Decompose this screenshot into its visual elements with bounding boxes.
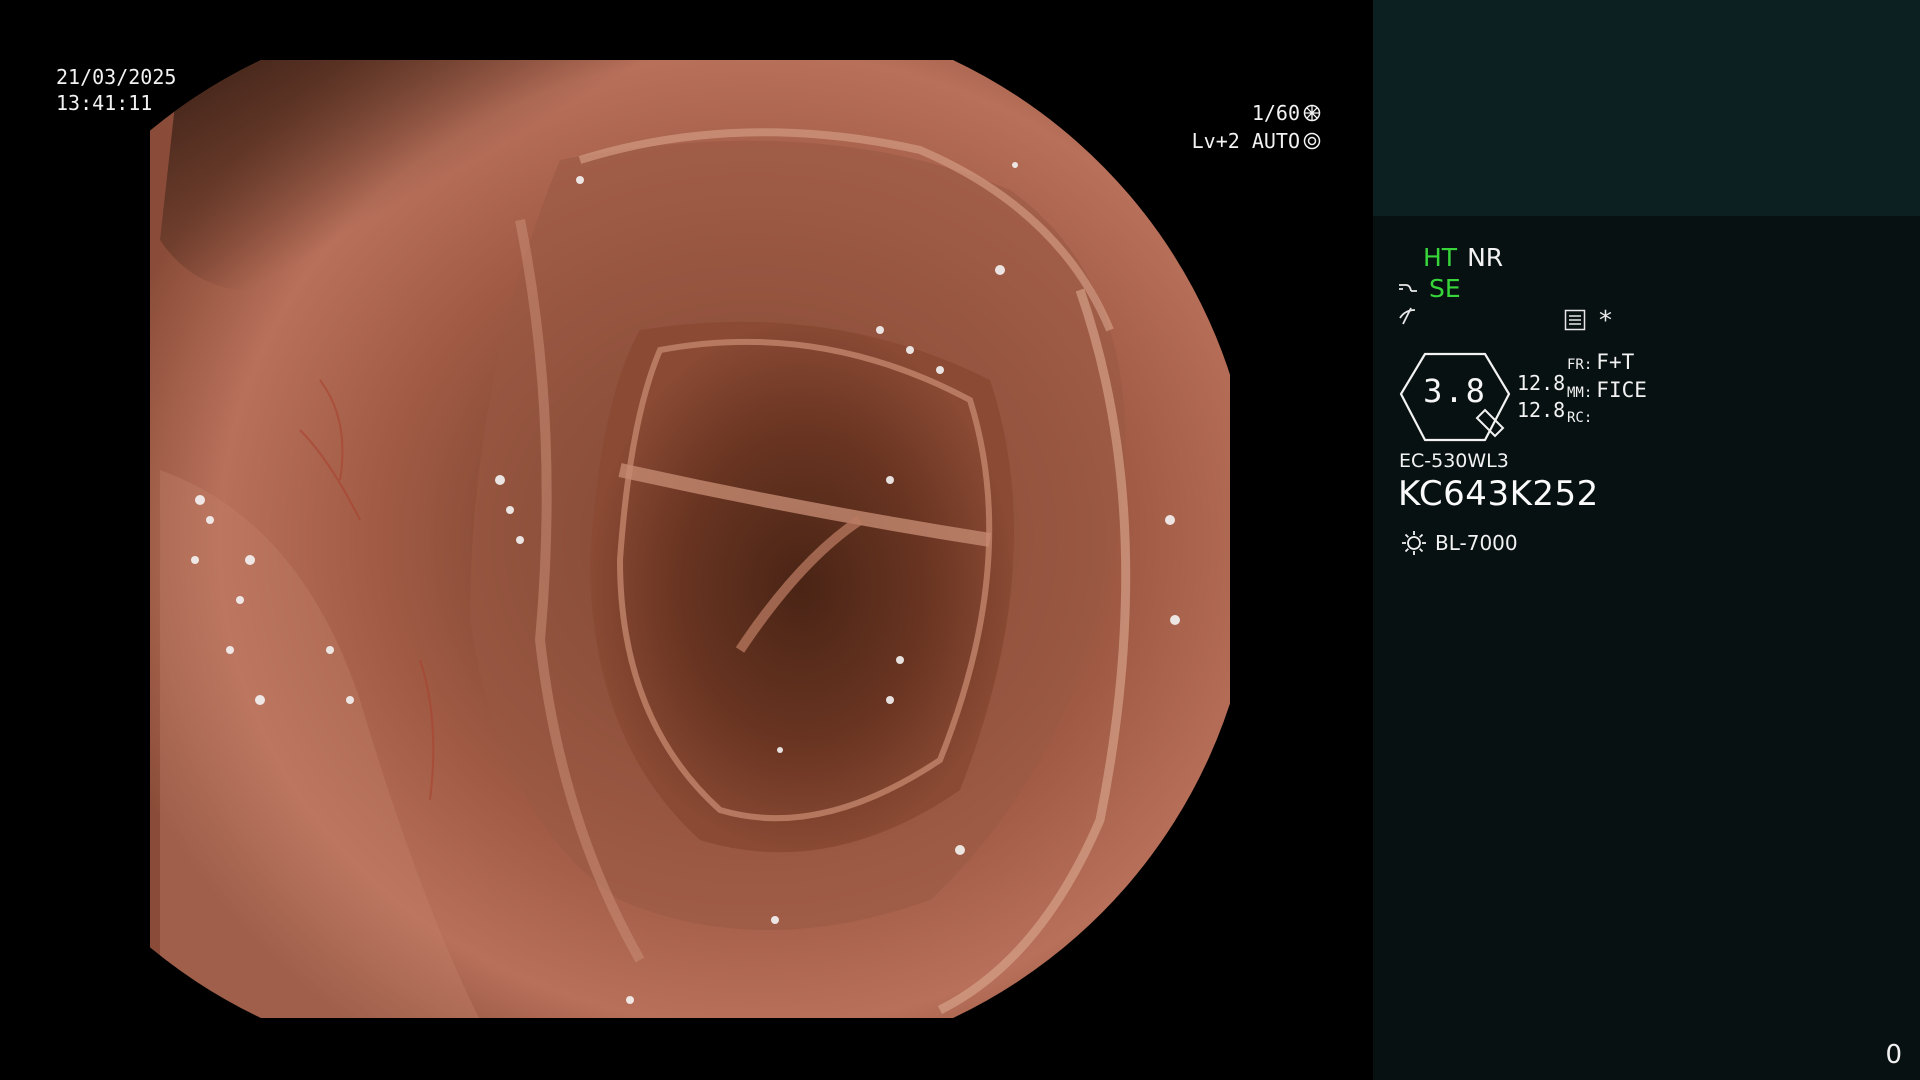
zoom-indicator: 3.8 <box>1399 352 1511 444</box>
thumbnail-area <box>1373 0 1920 216</box>
mm-label: MM: <box>1567 385 1593 401</box>
param-2: 12.8 <box>1517 398 1566 422</box>
mode-ht: HT <box>1423 243 1458 272</box>
mode-row-structure <box>1397 306 1419 326</box>
enhance-icon <box>1399 284 1417 292</box>
shutter-speed: 1/60 <box>1251 101 1300 125</box>
light-level: Lv+2 AUTO <box>1191 129 1300 153</box>
date: 21/03/2025 <box>56 65 177 89</box>
mode-row-se: SE <box>1397 274 1461 304</box>
light-source-icon <box>1402 531 1426 555</box>
processing-labels: FR: F+T MM: FICE RC: <box>1567 350 1647 431</box>
rc-label: RC: <box>1567 410 1593 426</box>
date-time-stamp: 21/03/2025 13:41:11 <box>56 64 176 116</box>
structure-icon <box>1399 307 1416 325</box>
scope-model: EC-530WL3 <box>1399 450 1509 472</box>
shutter-icon <box>1303 104 1321 122</box>
param-1: 12.8 <box>1517 371 1566 395</box>
endoscopic-image <box>150 60 1230 1018</box>
time: 13:41:11 <box>56 91 153 115</box>
param-values: 12.8 12.8 <box>1517 370 1565 424</box>
mode-row-ht-nr: HT NR <box>1423 243 1503 273</box>
asterisk-indicator: * <box>1599 306 1612 336</box>
fr-value: F+T <box>1596 350 1635 374</box>
mode-nr: NR <box>1467 243 1504 272</box>
light-source-row: BL-7000 <box>1401 530 1518 556</box>
image-counter: 0 <box>1885 1040 1902 1070</box>
exposure-info: 1/60 Lv+2 AUTO <box>1192 99 1321 155</box>
info-panel: HT NR SE * 3.8 12.8 12.8 FR: F+T MM: FIC… <box>1373 0 1920 1080</box>
fr-label: FR: <box>1567 357 1593 373</box>
zoom-value: 3.8 <box>1423 372 1487 410</box>
light-source-model: BL-7000 <box>1435 531 1518 555</box>
mm-value: FICE <box>1596 378 1647 402</box>
endoscope-view: 21/03/2025 13:41:11 1/60 Lv+2 AUTO <box>0 0 1373 1080</box>
menu-icon <box>1564 309 1586 331</box>
auto-iris-icon <box>1303 132 1321 150</box>
mode-se: SE <box>1429 274 1461 303</box>
scope-serial: KC643K252 <box>1398 474 1599 514</box>
